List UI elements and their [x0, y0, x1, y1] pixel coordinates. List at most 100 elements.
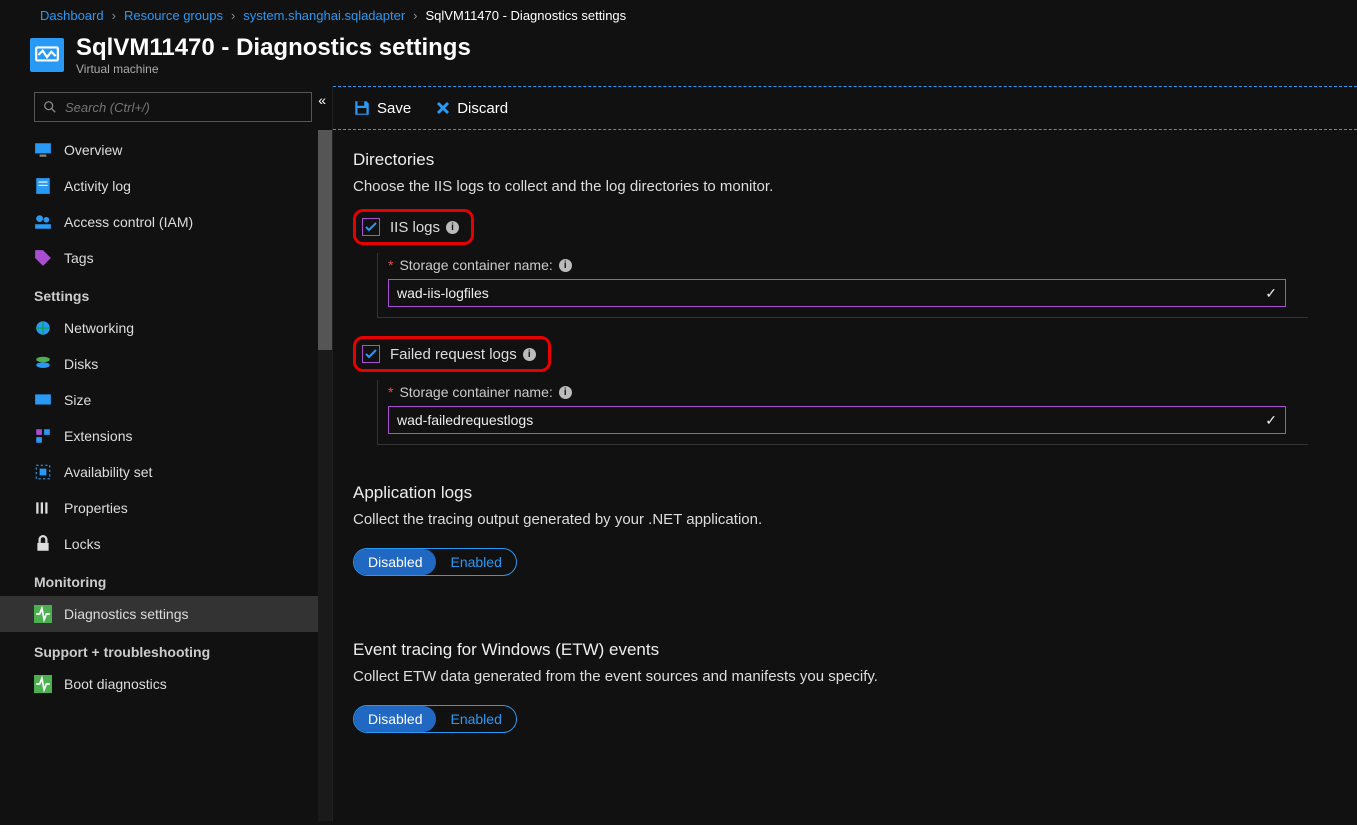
sidebar-item-properties[interactable]: Properties	[0, 490, 332, 526]
save-button[interactable]: Save	[353, 99, 411, 117]
iis-container-value: wad-iis-logfiles	[397, 285, 489, 301]
tag-icon	[34, 249, 52, 267]
collapse-sidebar-icon[interactable]: «	[318, 92, 326, 108]
sidebar-search[interactable]	[34, 92, 312, 122]
etw-desc: Collect ETW data generated from the even…	[353, 668, 1337, 685]
sidebar-item-size[interactable]: Size	[0, 382, 332, 418]
breadcrumb-current: SqlVM11470 - Diagnostics settings	[426, 8, 627, 23]
info-icon[interactable]: i	[559, 386, 572, 399]
sidebar-item-label: Boot diagnostics	[64, 676, 167, 692]
sidebar-item-label: Tags	[64, 250, 94, 266]
sidebar-item-label: Disks	[64, 356, 98, 372]
extensions-icon	[34, 427, 52, 445]
sidebar: « Overview Activity log Access control (…	[0, 86, 332, 821]
breadcrumb-link[interactable]: Resource groups	[124, 8, 223, 23]
sidebar-item-networking[interactable]: Networking	[0, 310, 332, 346]
info-icon[interactable]: i	[446, 221, 459, 234]
sidebar-item-label: Diagnostics settings	[64, 606, 189, 622]
disks-icon	[34, 355, 52, 373]
sidebar-item-label: Overview	[64, 142, 122, 158]
sidebar-item-iam[interactable]: Access control (IAM)	[0, 204, 332, 240]
check-icon: ✓	[1265, 412, 1277, 429]
page-subtitle: Virtual machine	[76, 62, 471, 76]
pulse-icon	[34, 675, 52, 693]
chevron-right-icon: ›	[413, 8, 417, 23]
iis-logs-label: IIS logsi	[390, 219, 459, 236]
breadcrumb-link[interactable]: Dashboard	[40, 8, 104, 23]
app-logs-enabled-option[interactable]: Enabled	[436, 549, 515, 575]
size-icon	[34, 391, 52, 409]
iis-container-row: * Storage container name: i wad-iis-logfil…	[377, 253, 1308, 318]
availability-icon	[34, 463, 52, 481]
sidebar-item-availability-set[interactable]: Availability set	[0, 454, 332, 490]
app-logs-title: Application logs	[353, 483, 1337, 503]
sidebar-item-disks[interactable]: Disks	[0, 346, 332, 382]
check-icon: ✓	[1265, 285, 1277, 302]
sidebar-item-label: Locks	[64, 536, 101, 552]
discard-button[interactable]: Discard	[435, 100, 508, 117]
failed-container-label: Storage container name:	[399, 384, 552, 400]
etw-disabled-option[interactable]: Disabled	[354, 706, 436, 732]
people-icon	[34, 213, 52, 231]
sidebar-group-monitoring: Monitoring	[0, 562, 332, 596]
chevron-right-icon: ›	[231, 8, 235, 23]
info-icon[interactable]: i	[523, 348, 536, 361]
lock-icon	[34, 535, 52, 553]
sidebar-item-extensions[interactable]: Extensions	[0, 418, 332, 454]
failed-container-input[interactable]: wad-failedrequestlogs ✓	[388, 406, 1286, 434]
sidebar-group-support: Support + troubleshooting	[0, 632, 332, 666]
app-logs-toggle[interactable]: Disabled Enabled	[353, 548, 517, 576]
iis-container-input[interactable]: wad-iis-logfiles ✓	[388, 279, 1286, 307]
sidebar-item-diagnostics-settings[interactable]: Diagnostics settings	[0, 596, 332, 632]
content-pane: Save Discard Directories Choose the IIS …	[332, 86, 1357, 821]
page-header: SqlVM11470 - Diagnostics settings Virtua…	[0, 30, 1357, 86]
iis-logs-highlight: IIS logsi	[353, 209, 474, 245]
sidebar-nav: Overview Activity log Access control (IA…	[0, 132, 332, 817]
save-icon	[353, 99, 371, 117]
sidebar-item-label: Size	[64, 392, 91, 408]
toolbar: Save Discard	[333, 86, 1357, 130]
sidebar-scrollbar[interactable]	[318, 130, 332, 821]
directories-desc: Choose the IIS logs to collect and the l…	[353, 178, 1337, 195]
info-icon[interactable]: i	[559, 259, 572, 272]
app-logs-desc: Collect the tracing output generated by …	[353, 511, 1337, 528]
failed-container-value: wad-failedrequestlogs	[397, 412, 533, 428]
etw-title: Event tracing for Windows (ETW) events	[353, 640, 1337, 660]
properties-icon	[34, 499, 52, 517]
sidebar-group-settings: Settings	[0, 276, 332, 310]
save-label: Save	[377, 100, 411, 117]
page-title: SqlVM11470 - Diagnostics settings	[76, 34, 471, 62]
sidebar-item-label: Properties	[64, 500, 128, 516]
required-icon: *	[388, 257, 393, 273]
search-icon	[43, 100, 57, 114]
scrollbar-thumb[interactable]	[318, 130, 332, 350]
sidebar-item-label: Networking	[64, 320, 134, 336]
etw-enabled-option[interactable]: Enabled	[436, 706, 515, 732]
monitor-icon	[34, 141, 52, 159]
failed-request-checkbox[interactable]	[362, 345, 380, 363]
search-input[interactable]	[63, 99, 303, 116]
chevron-right-icon: ›	[112, 8, 116, 23]
sidebar-item-activity-log[interactable]: Activity log	[0, 168, 332, 204]
sidebar-item-tags[interactable]: Tags	[0, 240, 332, 276]
sidebar-item-label: Access control (IAM)	[64, 214, 193, 230]
sidebar-item-overview[interactable]: Overview	[0, 132, 332, 168]
sidebar-item-boot-diagnostics[interactable]: Boot diagnostics	[0, 666, 332, 702]
sidebar-item-label: Extensions	[64, 428, 132, 444]
close-icon	[435, 100, 451, 116]
directories-title: Directories	[353, 150, 1337, 170]
sidebar-item-locks[interactable]: Locks	[0, 526, 332, 562]
breadcrumb-link[interactable]: system.shanghai.sqladapter	[243, 8, 405, 23]
failed-container-row: *Storage container name:i wad-failedrequ…	[377, 380, 1308, 445]
breadcrumb: Dashboard › Resource groups › system.sha…	[0, 0, 1357, 30]
failed-request-logs-highlight: Failed request logsi	[353, 336, 551, 372]
discard-label: Discard	[457, 100, 508, 117]
failed-request-label: Failed request logsi	[390, 346, 536, 363]
iis-logs-checkbox[interactable]	[362, 218, 380, 236]
log-icon	[34, 177, 52, 195]
globe-icon	[34, 319, 52, 337]
etw-toggle[interactable]: Disabled Enabled	[353, 705, 517, 733]
pulse-icon	[34, 605, 52, 623]
app-logs-disabled-option[interactable]: Disabled	[354, 549, 436, 575]
iis-container-label: Storage container name:	[399, 257, 552, 273]
